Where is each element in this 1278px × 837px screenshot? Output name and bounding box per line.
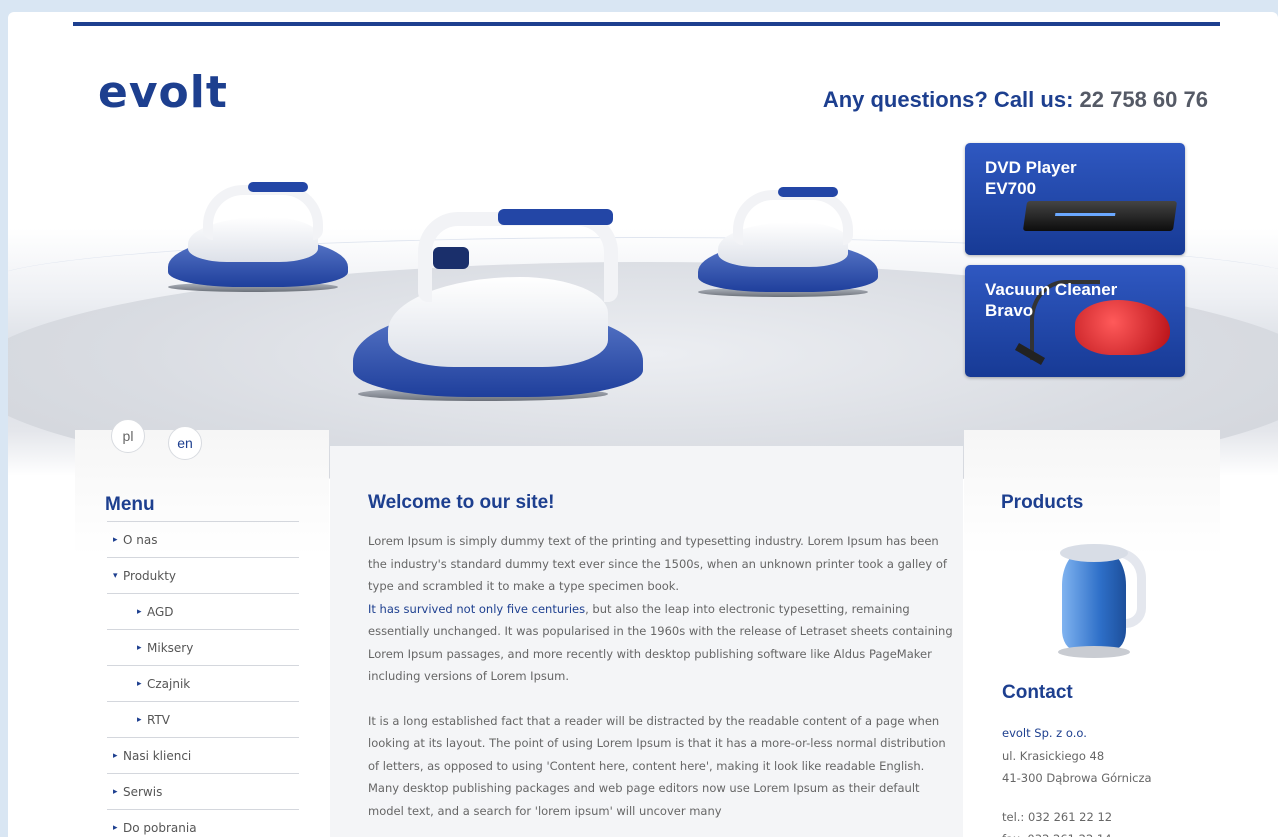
menu-item-label: Miksery: [147, 640, 194, 655]
phone-tel: tel.: 032 261 22 12: [1002, 809, 1113, 824]
promo-dvd-title: DVD Player EV700: [985, 158, 1077, 198]
main-text: Lorem Ipsum is simply dummy text of the …: [368, 530, 958, 837]
chevron-down-icon: ▾: [113, 570, 118, 581]
page-frame: evolt Any questions? Call us: 22 758 60 …: [8, 12, 1278, 837]
phone-fax: fax: 032 261 22 14: [1002, 828, 1202, 837]
bullet-icon: ▸: [137, 642, 142, 653]
bullet-icon: ▸: [137, 714, 142, 725]
menu-item-label: Produkty: [123, 568, 177, 583]
main-content-column: Welcome to our site! Lorem Ipsum is simp…: [330, 446, 963, 837]
menu-item-label: RTV: [147, 712, 171, 727]
bullet-icon: ▸: [137, 606, 142, 617]
iron-image-left: [158, 177, 358, 307]
menu-item-o-nas[interactable]: ▸ O nas: [107, 521, 299, 557]
paragraph-2: It is a long established fact that a rea…: [368, 713, 946, 818]
menu-item-miksery[interactable]: ▸ Miksery: [107, 629, 299, 665]
logo[interactable]: evolt: [98, 67, 228, 118]
call-us-prefix: Any questions? Call us:: [822, 87, 1074, 112]
paragraph-1-text: Lorem Ipsum is simply dummy text of the …: [368, 534, 947, 593]
menu-item-label: Serwis: [123, 784, 163, 799]
menu-item-agd[interactable]: ▸ AGD: [107, 593, 299, 629]
sidebar-menu-column: Menu ▸ O nas ▾ Produkty ▸ AGD ▸ Miksery ▸ Cza…: [75, 430, 329, 837]
menu-item-produkty[interactable]: ▾ Produkty: [107, 557, 299, 593]
menu-item-serwis[interactable]: ▸ Serwis: [107, 773, 299, 809]
paragraph-1: Lorem Ipsum is simply dummy text of the …: [368, 530, 958, 688]
call-us-text: Any questions? Call us: 22 758 60 76: [823, 87, 1208, 113]
products-title: Products: [1001, 492, 1084, 513]
street-address: ul. Krasickiego 48: [1002, 748, 1105, 763]
menu-item-nasi-klienci[interactable]: ▸ Nasi klienci: [107, 737, 299, 773]
iron-image-right: [688, 182, 888, 312]
language-pl-button[interactable]: pl: [111, 419, 145, 453]
company-name: evolt Sp. z o.o.: [1002, 726, 1087, 740]
bullet-icon: ▸: [113, 786, 118, 797]
contact-details: evolt Sp. z o.o. ul. Krasickiego 48 41-3…: [1002, 722, 1202, 837]
iron-image-center: [348, 197, 668, 417]
promo-vacuum-title: Vacuum Cleaner Bravo: [985, 280, 1118, 320]
promo-dvd-player[interactable]: DVD Player EV700: [965, 143, 1185, 255]
menu-list: ▸ O nas ▾ Produkty ▸ AGD ▸ Miksery ▸ Czajnik …: [107, 521, 299, 837]
top-border-line: [73, 22, 1220, 26]
contact-title: Contact: [1002, 682, 1073, 703]
bullet-icon: ▸: [113, 534, 118, 545]
menu-item-label: AGD: [147, 604, 174, 619]
products-column: Products Contact evolt Sp. z o.o. ul. Kr…: [964, 430, 1220, 837]
city-address: 41-300 Dąbrowa Górnicza: [1002, 771, 1152, 785]
menu-title: Menu: [105, 494, 155, 515]
dvd-player-image: [1022, 201, 1178, 231]
phone-number: 22 758 60 76: [1079, 87, 1208, 112]
survived-link[interactable]: It has survived not only five centuries: [368, 602, 585, 616]
menu-item-label: O nas: [123, 532, 158, 547]
bullet-icon: ▸: [137, 678, 142, 689]
kettle-image[interactable]: [1054, 538, 1150, 663]
menu-item-rtv[interactable]: ▸ RTV: [107, 701, 299, 737]
bullet-icon: ▸: [113, 822, 118, 833]
menu-item-do-pobrania[interactable]: ▸ Do pobrania: [107, 809, 299, 837]
menu-item-label: Nasi klienci: [123, 748, 192, 763]
promo-vacuum-cleaner[interactable]: Vacuum Cleaner Bravo: [965, 265, 1185, 377]
welcome-heading: Welcome to our site!: [368, 492, 555, 513]
menu-item-label: Do pobrania: [123, 820, 197, 835]
language-en-button[interactable]: en: [168, 426, 202, 460]
menu-item-label: Czajnik: [147, 676, 191, 691]
bullet-icon: ▸: [113, 750, 118, 761]
menu-item-czajnik[interactable]: ▸ Czajnik: [107, 665, 299, 701]
